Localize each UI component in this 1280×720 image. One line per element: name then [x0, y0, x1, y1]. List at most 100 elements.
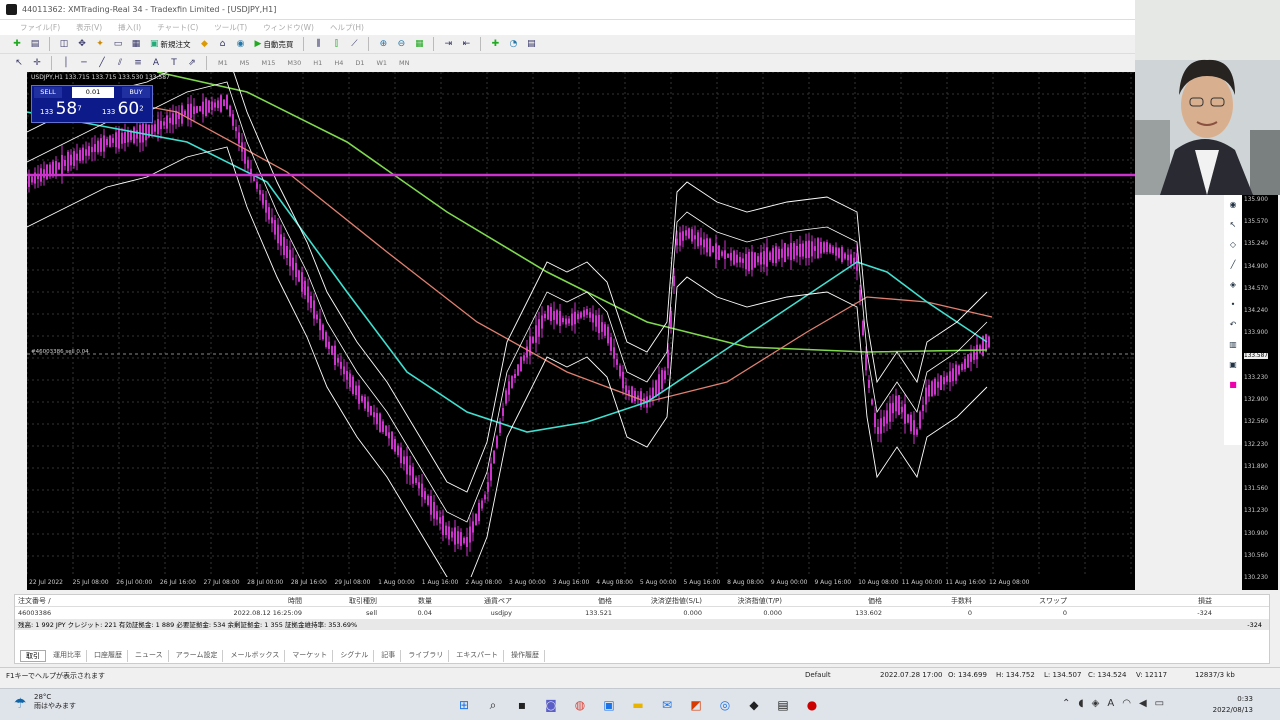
tab-5[interactable]: メールボックス	[225, 650, 286, 662]
line-chart-icon[interactable]: ⟋	[347, 37, 361, 51]
font-icon[interactable]: A	[1107, 698, 1114, 709]
column-header[interactable]: 数量	[380, 595, 435, 606]
mic-icon[interactable]: ◖	[1078, 698, 1083, 709]
tf-h1[interactable]: H1	[309, 59, 326, 67]
menu-chart[interactable]: チャート(C)	[157, 22, 198, 33]
tester-icon[interactable]: ▦	[129, 37, 143, 51]
battery-icon[interactable]: ▭	[1155, 698, 1164, 709]
menu-view[interactable]: 表示(V)	[76, 22, 102, 33]
tf-w1[interactable]: W1	[372, 59, 391, 67]
lot-size-input[interactable]: 0.01	[72, 87, 114, 98]
text-icon[interactable]: A	[149, 56, 163, 70]
eraser-icon[interactable]: ◇	[1224, 235, 1242, 255]
column-header[interactable]: 取引種別	[305, 595, 380, 606]
label-icon[interactable]: T	[167, 56, 181, 70]
column-header[interactable]: 決済指値(T/P)	[705, 595, 785, 606]
profiles-icon[interactable]: ▤	[28, 37, 42, 51]
column-header[interactable]: 注文番号 /	[15, 595, 110, 606]
menu-insert[interactable]: 挿入(I)	[118, 22, 141, 33]
channel-icon[interactable]: ⫽	[113, 56, 127, 70]
start-icon[interactable]: ⊞	[455, 696, 473, 714]
search-icon[interactable]: ⌕	[484, 696, 502, 714]
cursor-icon[interactable]: ↖	[12, 56, 26, 70]
tab-1[interactable]: 運用比率	[48, 650, 87, 662]
mt4-icon[interactable]: ▤	[774, 696, 792, 714]
tab-10[interactable]: エキスパート	[451, 650, 505, 662]
highlighter-icon[interactable]: ◈	[1224, 275, 1242, 295]
tf-m15[interactable]: M15	[258, 59, 280, 67]
recorder-icon[interactable]: ●	[803, 696, 821, 714]
column-header[interactable]: 価格	[515, 595, 615, 606]
auto-trade-button[interactable]: ▶ 自動売買	[252, 37, 297, 52]
tab-8[interactable]: 記事	[376, 650, 402, 662]
tf-m1[interactable]: M1	[214, 59, 232, 67]
chevron-up-icon[interactable]: ⌃	[1062, 698, 1070, 709]
chrome-icon[interactable]: ◍	[571, 696, 589, 714]
clock[interactable]: 0:33 2022/08/13	[1205, 694, 1253, 716]
new-order-button[interactable]: ▣ 新規注文	[147, 37, 194, 52]
tab-0[interactable]: 取引	[20, 650, 46, 662]
menu-window[interactable]: ウィンドウ(W)	[263, 22, 314, 33]
undo-icon[interactable]: ↶	[1224, 315, 1242, 335]
tf-d1[interactable]: D1	[351, 59, 368, 67]
tf-m5[interactable]: M5	[236, 59, 254, 67]
office-icon[interactable]: ◩	[687, 696, 705, 714]
pen-icon[interactable]: ╱	[1224, 255, 1242, 275]
column-header[interactable]: 時間	[110, 595, 305, 606]
zoom-in-icon[interactable]: ⊕	[376, 37, 390, 51]
tab-7[interactable]: シグナル	[335, 650, 375, 662]
horizontal-line-icon[interactable]: ─	[77, 56, 91, 70]
tf-h4[interactable]: H4	[330, 59, 347, 67]
weather-widget[interactable]: ☂ 28°C 雨はやみます	[14, 693, 76, 712]
edge-icon[interactable]: ◎	[716, 696, 734, 714]
tab-4[interactable]: アラーム設定	[171, 650, 224, 662]
column-header[interactable]: 価格	[785, 595, 885, 606]
autoscroll-icon[interactable]: ⇥	[441, 37, 455, 51]
column-header[interactable]: 損益	[1070, 595, 1215, 606]
security-icon[interactable]: ◈	[1092, 698, 1100, 709]
menu-tools[interactable]: ツール(T)	[214, 22, 247, 33]
dot-icon[interactable]: •	[1224, 295, 1242, 315]
tf-m30[interactable]: M30	[283, 59, 305, 67]
zoom-out-icon[interactable]: ⊖	[394, 37, 408, 51]
palette-icon[interactable]: ■	[1224, 375, 1242, 395]
volume-icon[interactable]: ◀	[1139, 698, 1147, 709]
folder-icon[interactable]: ▬	[629, 696, 647, 714]
column-header[interactable]: 手数料	[885, 595, 975, 606]
tile-windows-icon[interactable]: ▦	[412, 37, 426, 51]
menu-file[interactable]: ファイル(F)	[20, 22, 60, 33]
bar-chart-icon[interactable]: ⫼	[311, 37, 325, 51]
lock-icon[interactable]: ⌂	[216, 37, 230, 51]
trash-icon[interactable]: ▥	[1224, 335, 1242, 355]
terminal-icon[interactable]: ▭	[111, 37, 125, 51]
column-header[interactable]: 決済逆指値(S/L)	[615, 595, 705, 606]
tf-mn[interactable]: MN	[395, 59, 413, 67]
metaeditor-icon[interactable]: ◆	[198, 37, 212, 51]
new-chart-icon[interactable]: ✚	[10, 37, 24, 51]
task-view-icon[interactable]: ▪	[513, 696, 531, 714]
indicators-icon[interactable]: ✚	[488, 37, 502, 51]
price-chart[interactable]: USDJPY,H1 133.715 133.715 133.530 133.58…	[27, 72, 1135, 590]
sell-button[interactable]: SELL	[34, 87, 62, 98]
tab-6[interactable]: マーケット	[287, 650, 334, 662]
tab-2[interactable]: 口座履歴	[89, 650, 128, 662]
fibonacci-icon[interactable]: ≡	[131, 56, 145, 70]
wifi-icon[interactable]: ◠	[1122, 698, 1131, 709]
vertical-line-icon[interactable]: │	[59, 56, 73, 70]
chat-icon[interactable]: ◙	[542, 696, 560, 714]
eye-icon[interactable]: ◉	[1224, 195, 1242, 215]
buy-button[interactable]: BUY	[122, 87, 150, 98]
globe-icon[interactable]: ◉	[234, 37, 248, 51]
column-header[interactable]: 通貨ペア	[435, 595, 515, 606]
tab-3[interactable]: ニュース	[130, 650, 169, 662]
periods-icon[interactable]: ◔	[506, 37, 520, 51]
column-header[interactable]: スワップ	[975, 595, 1070, 606]
templates-icon[interactable]: ▤	[524, 37, 538, 51]
table-row[interactable]: 46003386 2022.08.12 16:25:09 sell 0.04 usdjp…	[15, 607, 1269, 619]
trendline-icon[interactable]: ╱	[95, 56, 109, 70]
mail-icon[interactable]: ✉	[658, 696, 676, 714]
candle-chart-icon[interactable]: ⫿	[329, 37, 343, 51]
camera-icon[interactable]: ▣	[1224, 355, 1242, 375]
chart-shift-icon[interactable]: ⇤	[459, 37, 473, 51]
app-icon-dark[interactable]: ◆	[745, 696, 763, 714]
